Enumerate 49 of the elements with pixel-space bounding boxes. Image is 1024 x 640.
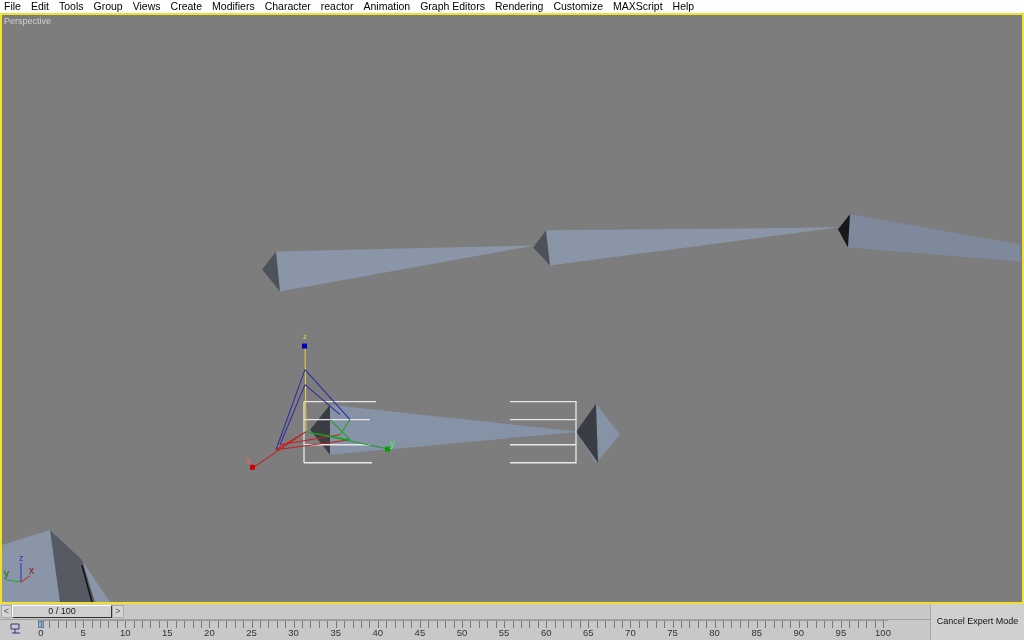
frame-number: 70 <box>625 628 636 638</box>
menu-item[interactable]: Animation <box>363 1 411 12</box>
cancel-expert-mode-button[interactable]: Cancel Expert Mode <box>930 604 1024 640</box>
frame-number: 25 <box>246 628 257 638</box>
frame-number: 0 <box>38 628 44 638</box>
axis-label: y <box>4 567 9 579</box>
frame-number: 30 <box>288 628 299 638</box>
frame-number: 45 <box>414 628 426 638</box>
frame-number: 50 <box>456 628 468 638</box>
frame-number: 95 <box>835 628 847 638</box>
frame-number: 15 <box>162 628 173 638</box>
menu-item[interactable]: Modifiers <box>212 1 255 12</box>
viewport-label: Perspective <box>4 15 52 28</box>
key-filter-icon[interactable] <box>10 623 22 635</box>
menu-item[interactable]: File <box>4 1 21 12</box>
axis-label: x <box>29 564 34 576</box>
menu-item[interactable]: Edit <box>30 1 49 12</box>
menu-item[interactable]: MAXScript <box>613 1 663 12</box>
frame-number: 90 <box>793 628 805 638</box>
frame-number: 100 <box>875 628 891 638</box>
menu-item[interactable]: Group <box>93 1 123 12</box>
frame-number: 10 <box>119 628 131 638</box>
frame-number: 80 <box>709 628 720 638</box>
menu-item[interactable]: Graph Editors <box>420 1 485 12</box>
axis-label: y <box>390 437 395 449</box>
frame-number: 5 <box>80 628 86 638</box>
frame-number: 35 <box>330 628 341 638</box>
menu-item[interactable]: Character <box>264 1 311 12</box>
menu-item[interactable]: Help <box>672 1 695 12</box>
menu-item[interactable]: reactor <box>320 1 354 12</box>
time-slider-thumb[interactable]: 0 / 100 <box>12 605 112 618</box>
axis-tripod-icon <box>5 562 31 583</box>
frame-number: 60 <box>540 628 552 638</box>
axis-label: z <box>19 552 24 563</box>
menu-item[interactable]: Views <box>132 1 161 12</box>
menu-item[interactable]: Tools <box>59 1 84 12</box>
menu-item[interactable]: Rendering <box>494 1 544 12</box>
next-frame-button[interactable]: > <box>112 605 124 618</box>
menu-item[interactable]: Customize <box>553 1 603 12</box>
frame-number: 75 <box>667 628 678 638</box>
frame-number: 40 <box>372 628 384 638</box>
frame-number: 20 <box>204 628 215 638</box>
frame-number: 65 <box>583 628 594 638</box>
axis-label: z <box>303 331 307 341</box>
axis-label: x <box>246 454 251 466</box>
frame-number: 85 <box>751 628 762 638</box>
previous-frame-button[interactable]: < <box>1 605 12 618</box>
frame-number: 55 <box>498 628 510 638</box>
menu-item[interactable]: Create <box>170 1 203 12</box>
